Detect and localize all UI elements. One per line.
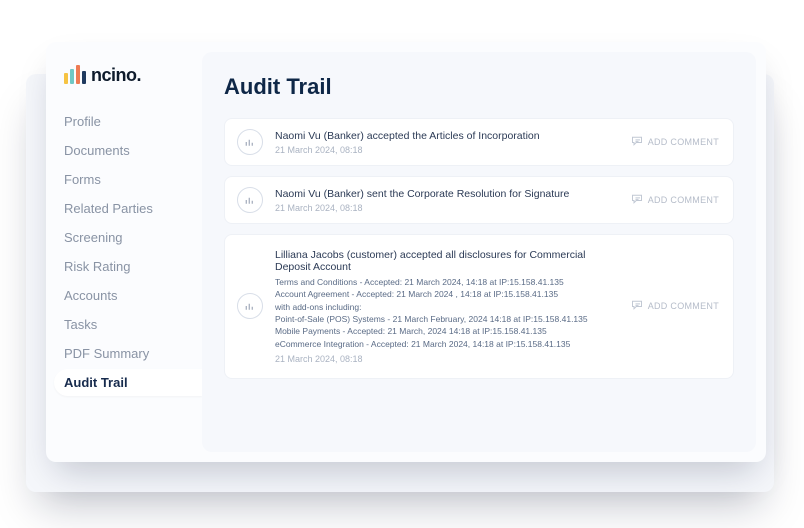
sidebar-item-related-parties[interactable]: Related Parties [64, 195, 202, 222]
sidebar-item-pdf-summary[interactable]: PDF Summary [64, 340, 202, 367]
sidebar-item-label: Documents [64, 143, 130, 158]
sidebar-nav: Profile Documents Forms Related Parties Scre… [64, 108, 202, 396]
audit-entry-body: Lilliana Jacobs (customer) accepted all … [275, 249, 619, 364]
audit-entry: Naomi Vu (Banker) accepted the Articles … [224, 118, 734, 166]
sidebar-item-label: Accounts [64, 288, 117, 303]
sidebar-item-label: Audit Trail [64, 375, 128, 390]
audit-entry-title: Lilliana Jacobs (customer) accepted all … [275, 249, 619, 273]
audit-entry-title: Naomi Vu (Banker) sent the Corporate Res… [275, 188, 619, 200]
logo-text: ncino. [91, 66, 141, 84]
add-comment-label: ADD COMMENT [648, 301, 719, 311]
bar-chart-icon [237, 293, 263, 319]
add-comment-button[interactable]: ADD COMMENT [631, 299, 719, 313]
comment-icon [631, 299, 643, 313]
add-comment-button[interactable]: ADD COMMENT [631, 193, 719, 207]
audit-entry-detail-line: Mobile Payments - Accepted: 21 March, 20… [275, 325, 619, 337]
main-panel: Audit Trail Naomi Vu (Banker) accepted t… [202, 52, 756, 452]
audit-entry: Naomi Vu (Banker) sent the Corporate Res… [224, 176, 734, 224]
audit-entry-body: Naomi Vu (Banker) accepted the Articles … [275, 130, 619, 155]
sidebar-item-documents[interactable]: Documents [64, 137, 202, 164]
audit-entry-body: Naomi Vu (Banker) sent the Corporate Res… [275, 188, 619, 213]
audit-entries: Naomi Vu (Banker) accepted the Articles … [224, 118, 734, 379]
add-comment-button[interactable]: ADD COMMENT [631, 135, 719, 149]
sidebar-item-label: Screening [64, 230, 123, 245]
bar-chart-icon [237, 187, 263, 213]
audit-entry-details: Terms and Conditions - Accepted: 21 Marc… [275, 276, 619, 350]
sidebar-item-label: Profile [64, 114, 101, 129]
logo-bars-icon [64, 65, 86, 84]
audit-entry-detail-line: Account Agreement - Accepted: 21 March 2… [275, 288, 619, 300]
bar-chart-icon [237, 129, 263, 155]
sidebar-item-forms[interactable]: Forms [64, 166, 202, 193]
audit-entry-detail-line: eCommerce Integration - Accepted: 21 Mar… [275, 338, 619, 350]
audit-entry-timestamp: 21 March 2024, 08:18 [275, 203, 619, 213]
sidebar-item-tasks[interactable]: Tasks [64, 311, 202, 338]
sidebar-item-profile[interactable]: Profile [64, 108, 202, 135]
sidebar-item-accounts[interactable]: Accounts [64, 282, 202, 309]
audit-entry-timestamp: 21 March 2024, 08:18 [275, 145, 619, 155]
audit-entry: Lilliana Jacobs (customer) accepted all … [224, 234, 734, 379]
add-comment-label: ADD COMMENT [648, 195, 719, 205]
audit-entry-timestamp: 21 March 2024, 08:18 [275, 354, 619, 364]
comment-icon [631, 135, 643, 149]
logo: ncino. [64, 60, 202, 84]
sidebar-item-label: Risk Rating [64, 259, 130, 274]
sidebar-item-label: Tasks [64, 317, 97, 332]
app-card: ncino. Profile Documents Forms Related Part… [46, 42, 766, 462]
audit-entry-detail-line: with add-ons including: [275, 301, 619, 313]
sidebar-item-label: Forms [64, 172, 101, 187]
sidebar-item-screening[interactable]: Screening [64, 224, 202, 251]
audit-entry-detail-line: Terms and Conditions - Accepted: 21 Marc… [275, 276, 619, 288]
sidebar-item-risk-rating[interactable]: Risk Rating [64, 253, 202, 280]
audit-entry-title: Naomi Vu (Banker) accepted the Articles … [275, 130, 619, 142]
sidebar-item-label: PDF Summary [64, 346, 149, 361]
page-title: Audit Trail [224, 74, 734, 100]
add-comment-label: ADD COMMENT [648, 137, 719, 147]
sidebar-item-label: Related Parties [64, 201, 153, 216]
sidebar: ncino. Profile Documents Forms Related Part… [46, 42, 202, 462]
comment-icon [631, 193, 643, 207]
audit-entry-detail-line: Point-of-Sale (POS) Systems - 21 March F… [275, 313, 619, 325]
sidebar-item-audit-trail[interactable]: Audit Trail [54, 369, 202, 396]
